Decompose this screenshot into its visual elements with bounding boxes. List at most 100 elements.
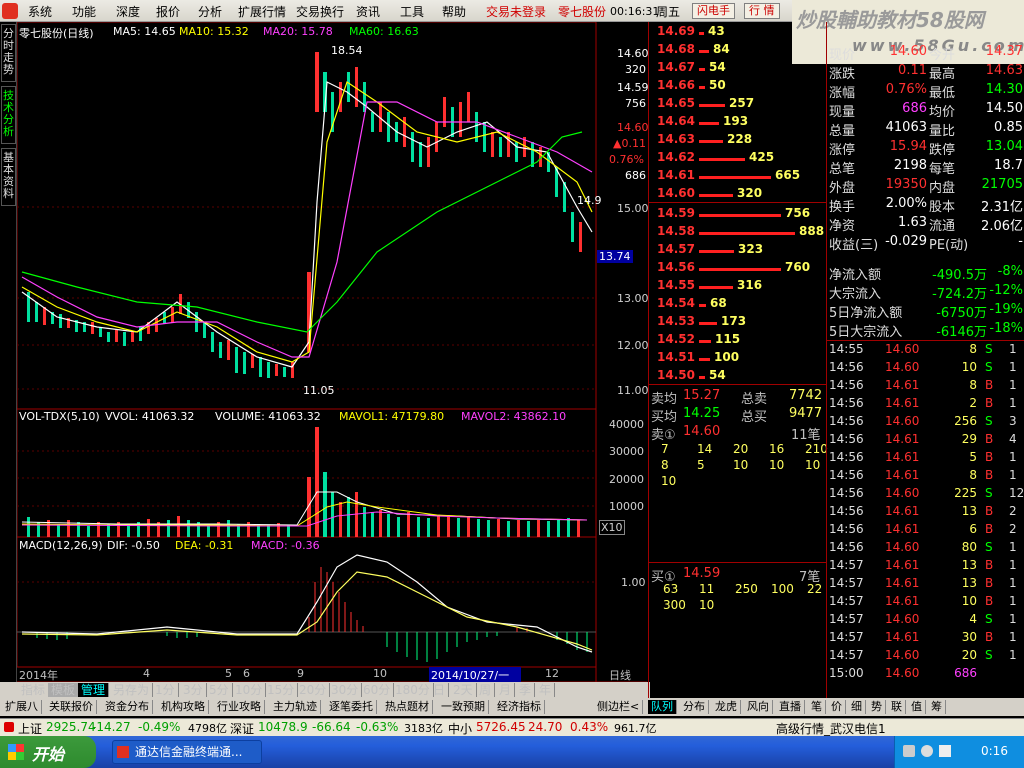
sell-level-row[interactable]: 14.61 665 <box>649 168 827 186</box>
sell-level-row[interactable]: 14.69 43 <box>649 24 827 42</box>
buy-level-row[interactable]: 14.55 316 <box>649 278 827 296</box>
kline-chart-area[interactable]: 零七股份(日线) MA5: 14.65 MA10: 15.32 MA20: 15… <box>17 22 649 698</box>
quote-button[interactable]: 行 情 <box>744 3 780 19</box>
tab-10min[interactable]: 10分 <box>232 683 267 697</box>
stat-value: 15.94 <box>889 139 927 154</box>
tab-intraday[interactable]: 分时走势 <box>1 24 16 82</box>
tab-30min[interactable]: 30分 <box>328 683 363 697</box>
bottom-tab[interactable]: 机构攻略 <box>158 700 209 714</box>
tab-month[interactable]: 月 <box>496 683 516 697</box>
tab-5min[interactable]: 5分 <box>206 683 233 697</box>
volume-icon[interactable] <box>921 745 933 757</box>
period-label[interactable]: 日线 <box>609 667 631 683</box>
buy-level-row[interactable]: 14.53 173 <box>649 314 827 332</box>
tab-technical[interactable]: 技术分析 <box>1 86 16 144</box>
last-price-label: 14.9 <box>577 194 602 207</box>
right-tab[interactable]: 联 <box>888 700 906 714</box>
menu-tools[interactable]: 工具 <box>400 3 424 20</box>
right-tab[interactable]: 筹 <box>928 700 946 714</box>
buy-level-price: 14.54 <box>657 296 695 310</box>
stat-label: 跌停 <box>929 143 956 158</box>
right-tab[interactable]: 笔 <box>808 700 826 714</box>
ma60-label: MA60: 16.63 <box>349 25 419 38</box>
sell-level-row[interactable]: 14.66 50 <box>649 78 827 96</box>
tab-1min[interactable]: 1分 <box>152 683 179 697</box>
menu-quote[interactable]: 报价 <box>156 3 180 20</box>
buy-level-row[interactable]: 14.54 68 <box>649 296 827 314</box>
sell-level-row[interactable]: 14.64 193 <box>649 114 827 132</box>
tab-manage[interactable]: 管理 <box>78 683 110 697</box>
tab-60min[interactable]: 60分 <box>360 683 395 697</box>
trade-status[interactable]: 交易未登录 <box>486 3 546 20</box>
sell-level-row[interactable]: 14.62 425 <box>649 150 827 168</box>
stat-value: 0.76% <box>885 82 927 97</box>
buy-level-row[interactable]: 14.57 323 <box>649 242 827 260</box>
ma60-line <box>21 131 583 333</box>
sidebar-toggle[interactable]: 侧边栏< <box>594 700 644 714</box>
bottom-tab[interactable]: 一致预期 <box>438 700 489 714</box>
menu-help[interactable]: 帮助 <box>442 3 466 20</box>
menu-news[interactable]: 资讯 <box>356 3 380 20</box>
right-tab[interactable]: 值 <box>908 700 926 714</box>
sell-level-row[interactable]: 14.67 54 <box>649 60 827 78</box>
menu-analysis[interactable]: 分析 <box>198 3 222 20</box>
bottom-tab[interactable]: 关联报价 <box>46 700 97 714</box>
sz-amount: 3183亿 <box>404 722 443 735</box>
flash-trade-button[interactable]: 闪电手 <box>692 3 735 19</box>
flow-value: -6750万 <box>936 306 987 321</box>
sell-level-row[interactable]: 14.63 228 <box>649 132 827 150</box>
tab-fundamental[interactable]: 基本资料 <box>1 148 16 206</box>
stat-value: 2.06亿 <box>981 219 1023 234</box>
bottom-tab[interactable]: 资金分布 <box>102 700 153 714</box>
taskbar-app-item[interactable]: 通达信金融终端通... <box>112 740 262 764</box>
start-button[interactable]: 开始 <box>0 736 96 768</box>
menu-ext-quote[interactable]: 扩展行情 <box>238 3 286 20</box>
tab-day[interactable]: 日 <box>430 683 450 697</box>
right-tab[interactable]: 细 <box>848 700 866 714</box>
right-tab[interactable]: 势 <box>868 700 886 714</box>
tab-indicator[interactable]: 指标 <box>18 683 50 697</box>
tab-season[interactable]: 季 <box>516 683 536 697</box>
menu-function[interactable]: 功能 <box>72 3 96 20</box>
tab-180min[interactable]: 180分 <box>392 683 434 697</box>
menu-system[interactable]: 系统 <box>28 3 52 20</box>
bottom-tab[interactable]: 经济指标 <box>494 700 545 714</box>
buy-level-row[interactable]: 14.52 115 <box>649 332 827 350</box>
bottom-tab[interactable]: 扩展八 <box>2 700 42 714</box>
tab-20min[interactable]: 20分 <box>296 683 331 697</box>
buy-avg: 14.25 <box>683 406 721 421</box>
sell-level-row[interactable]: 14.65 257 <box>649 96 827 114</box>
tick-volume: 686 <box>954 666 977 680</box>
right-tab[interactable]: 队列 <box>648 700 677 714</box>
right-tab[interactable]: 分布 <box>680 700 709 714</box>
menu-depth[interactable]: 深度 <box>116 3 140 20</box>
tick-volume: 8 <box>969 378 977 392</box>
buy-level-row[interactable]: 14.59 756 <box>649 206 827 224</box>
bottom-tab[interactable]: 热点题材 <box>382 700 433 714</box>
tab-year[interactable]: 年 <box>536 683 556 697</box>
buy-level-row[interactable]: 14.58 888 <box>649 224 827 242</box>
ime-icon[interactable] <box>939 745 951 757</box>
sell1-label: 卖① <box>651 428 676 443</box>
bottom-tab[interactable]: 主力轨迹 <box>270 700 321 714</box>
bottom-tab[interactable]: 行业攻略 <box>214 700 265 714</box>
right-tab[interactable]: 龙虎 <box>712 700 741 714</box>
right-tab[interactable]: 价 <box>828 700 846 714</box>
menu-trade-switch[interactable]: 交易换行 <box>296 3 344 20</box>
tick-side: S <box>985 540 993 554</box>
tab-template[interactable]: 模板 <box>48 683 80 697</box>
right-tab[interactable]: 直播 <box>776 700 805 714</box>
server-label[interactable]: 高级行情_武汉电信1 <box>776 720 886 737</box>
tab-3min[interactable]: 3分 <box>180 683 207 697</box>
tab-week[interactable]: 周 <box>476 683 496 697</box>
sell-level-row[interactable]: 14.68 84 <box>649 42 827 60</box>
buy-level-row[interactable]: 14.56 760 <box>649 260 827 278</box>
tab-saveas[interactable]: 另存为 <box>110 683 154 697</box>
bottom-tab[interactable]: 逐笔委托 <box>326 700 377 714</box>
bottom-tab-bar: 扩展八 关联报价 资金分布 机构攻略 行业攻略 主力轨迹 逐笔委托 热点题材 一致预期 经济指标 … <box>0 698 1024 716</box>
tab-2day[interactable]: 2天 <box>450 683 477 697</box>
buy-level-row[interactable]: 14.51 100 <box>649 350 827 368</box>
right-tab[interactable]: 风向 <box>744 700 773 714</box>
network-icon[interactable] <box>903 745 915 757</box>
tab-15min[interactable]: 15分 <box>264 683 299 697</box>
